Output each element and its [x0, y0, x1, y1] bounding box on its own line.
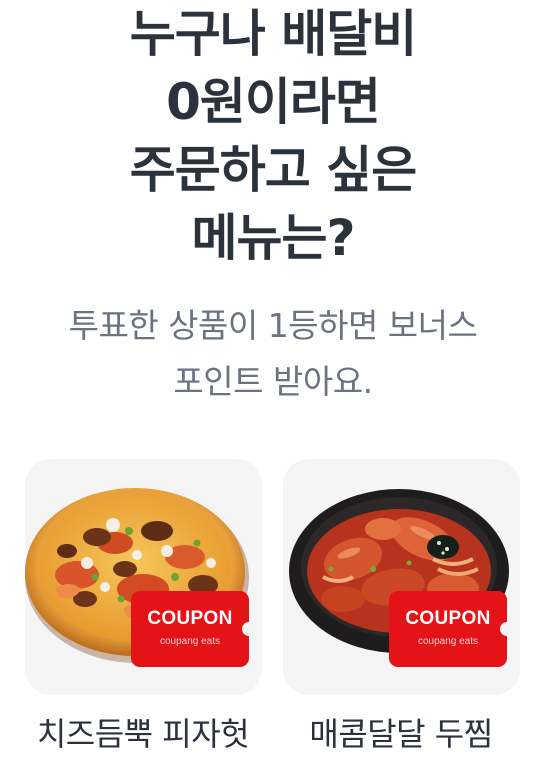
headline-line-3: 주문하고 싶은 [129, 141, 417, 199]
subtitle-line-1: 투표한 상품이 1등하면 보너스 [68, 306, 478, 345]
vote-option-pizza-card[interactable]: COUPON coupang eats [25, 459, 262, 695]
coupon-title: COUPON [147, 608, 233, 629]
coupon-brand: coupang eats [417, 636, 479, 647]
headline-line-1: 누구나 배달비 [129, 5, 417, 63]
bonus-points-subtitle: 투표한 상품이 1등하면 보너스 포인트 받아요. [0, 298, 546, 410]
coupon-badge: COUPON coupang eats [131, 591, 256, 667]
subtitle-line-2: 포인트 받아요. [173, 362, 373, 401]
coupon-badge: COUPON coupang eats [389, 591, 514, 667]
vote-option-braised-chicken-card[interactable]: COUPON coupang eats [283, 459, 520, 695]
vote-question-headline: 누구나 배달비 0원이라면 주문하고 싶은 메뉴는? [0, 0, 546, 272]
headline-line-2: 0원이라면 [166, 73, 381, 131]
coupon-title: COUPON [405, 608, 491, 629]
vote-option-pizza-label[interactable]: 치즈듬뿍 피자헛 [13, 712, 273, 756]
coupon-brand: coupang eats [159, 636, 221, 647]
headline-line-4: 메뉴는? [191, 209, 355, 267]
vote-option-braised-chicken-label[interactable]: 매콤달달 두찜 [271, 712, 531, 756]
